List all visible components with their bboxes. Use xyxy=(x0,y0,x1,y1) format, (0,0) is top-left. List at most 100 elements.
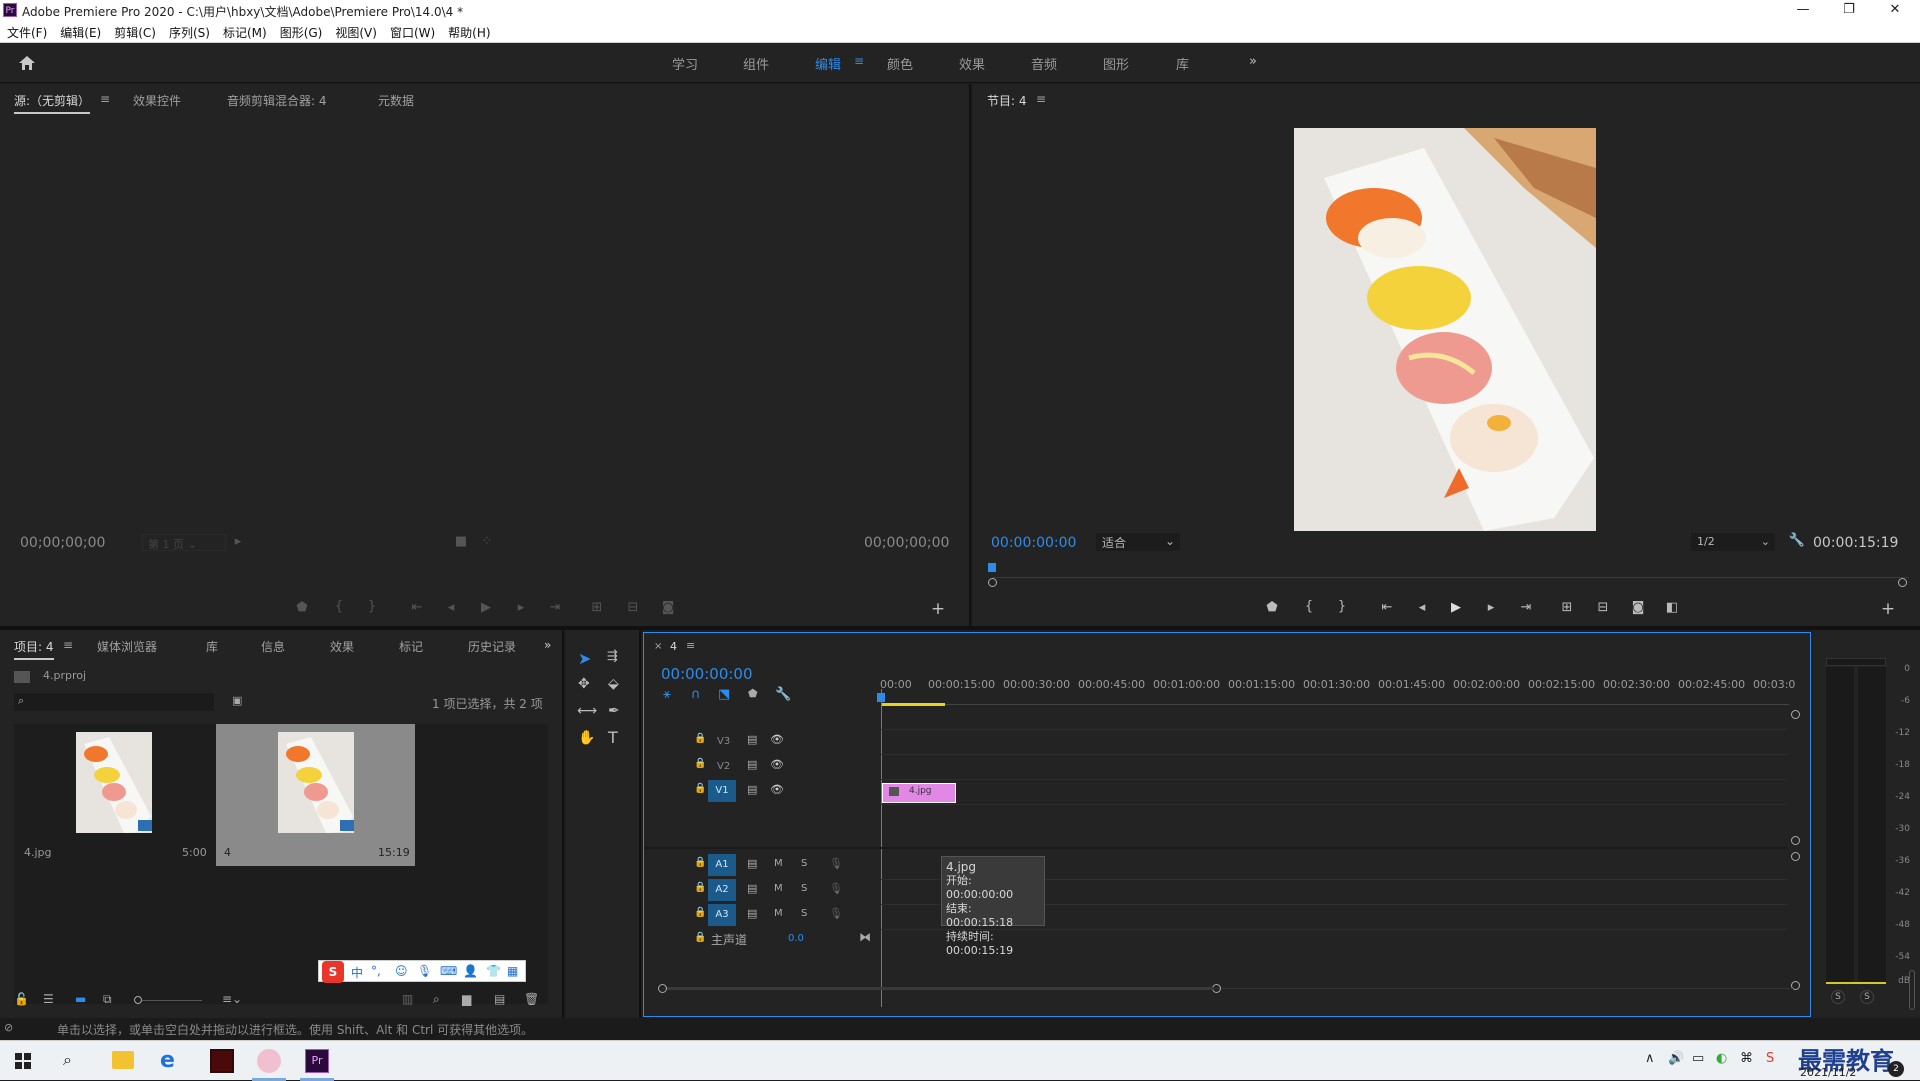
new-item-icon[interactable]: ▤ xyxy=(494,992,505,1006)
workspace-tab-assembly[interactable]: 组件 xyxy=(743,54,769,73)
solo-icon[interactable]: S xyxy=(801,858,807,869)
mic-icon[interactable]: 🎙 xyxy=(829,907,843,920)
track-lock-icon[interactable]: 🔒 xyxy=(694,758,706,769)
tab-metadata[interactable]: 元数据 xyxy=(378,92,414,109)
nest-toggle-icon[interactable]: ⚹ xyxy=(663,687,671,702)
source-dots-icon[interactable]: ⁘ xyxy=(478,534,496,549)
ime-emoji-icon[interactable]: ☺ xyxy=(395,964,408,978)
source-step-forward-icon[interactable]: ▸ xyxy=(512,600,530,615)
program-compare-icon[interactable]: ◧ xyxy=(1663,600,1681,615)
source-wrench-icon[interactable]: ▸ xyxy=(229,534,247,549)
tab-media-browser[interactable]: 媒体浏览器 xyxy=(97,638,157,655)
linked-selection-icon[interactable]: ⬔ xyxy=(718,687,730,702)
timeline-timecode[interactable]: 00:00:00:00 xyxy=(661,665,753,683)
program-timecode[interactable]: 00:00:00:00 xyxy=(991,535,1076,551)
program-zoom-left-handle[interactable] xyxy=(988,578,997,587)
tab-history[interactable]: 历史记录 xyxy=(468,638,516,655)
premiere-taskbar-icon[interactable]: Pr xyxy=(305,1049,329,1073)
video-scroll-bottom-handle[interactable] xyxy=(1791,836,1800,845)
tray-app-icon[interactable]: ◐ xyxy=(1716,1051,1727,1066)
tab-libraries[interactable]: 库 xyxy=(206,638,218,655)
menu-help[interactable]: 帮助(H) xyxy=(441,21,496,41)
acrobat-icon[interactable] xyxy=(210,1049,234,1073)
home-icon[interactable] xyxy=(18,55,36,71)
freeform-view-icon[interactable]: ⧉ xyxy=(103,992,112,1007)
track-target-v1[interactable]: V1 xyxy=(708,780,736,802)
taskbar-date[interactable]: 2021/11/2 xyxy=(1800,1066,1856,1079)
source-goto-out-icon[interactable]: ⇥ xyxy=(546,600,564,615)
project-menu-icon[interactable]: ≡ xyxy=(63,638,73,652)
ime-mode[interactable]: 中 xyxy=(351,964,363,981)
track-lock-icon[interactable]: 🔒 xyxy=(694,783,706,794)
menu-sequence[interactable]: 序列(S) xyxy=(162,21,216,41)
program-in-icon[interactable]: { xyxy=(1300,599,1318,614)
zoom-slider-handle[interactable] xyxy=(134,996,142,1004)
timeline-zoom-right-handle[interactable] xyxy=(1212,984,1221,993)
tray-ime-icon[interactable]: ⌘ xyxy=(1740,1051,1753,1066)
program-export-frame-icon[interactable]: ◙ xyxy=(1629,600,1647,615)
ime-punctuation-icon[interactable]: °, xyxy=(371,964,381,978)
audio-scroll-top-handle[interactable] xyxy=(1791,852,1800,861)
project-more-icon[interactable]: » xyxy=(544,638,551,652)
source-out-icon[interactable]: } xyxy=(363,599,381,614)
program-out-icon[interactable]: } xyxy=(1333,599,1351,614)
source-in-icon[interactable]: { xyxy=(330,599,348,614)
sync-lock-icon[interactable]: ▤ xyxy=(747,907,757,920)
program-menu-icon[interactable]: ≡ xyxy=(1036,92,1046,106)
sort-icon[interactable]: ≡⌄ xyxy=(222,992,242,1006)
ripple-edit-tool-icon[interactable]: ✥ xyxy=(578,676,590,692)
track-label-v2[interactable]: V2 xyxy=(717,761,730,772)
lock-icon[interactable]: 🔓 xyxy=(14,992,29,1006)
panel-menu-icon[interactable]: ≡ xyxy=(100,92,110,106)
eye-icon[interactable]: 👁 xyxy=(770,758,784,771)
program-resolution-select[interactable]: 1/2 ⌄ xyxy=(1691,533,1775,551)
source-overwrite-icon[interactable]: ⊟ xyxy=(624,600,642,615)
selection-tool-icon[interactable]: ➤ xyxy=(578,649,591,668)
razor-tool-icon[interactable]: ⬙ xyxy=(608,676,619,692)
track-lock-icon[interactable]: 🔒 xyxy=(694,857,706,868)
timeline-clip[interactable]: 4.jpg xyxy=(882,783,956,803)
maximize-button[interactable]: ❐ xyxy=(1826,0,1872,21)
track-target-a3[interactable]: A3 xyxy=(708,904,736,926)
close-button[interactable]: ✕ xyxy=(1872,0,1918,21)
project-item-image[interactable]: 4.jpg 5:00 xyxy=(14,724,214,866)
taskbar-search-icon[interactable]: ⌕ xyxy=(63,1050,72,1070)
track-target-a2[interactable]: A2 xyxy=(708,879,736,901)
mute-icon[interactable]: M xyxy=(774,908,783,919)
sync-lock-icon[interactable]: ▤ xyxy=(747,733,757,746)
project-search-input[interactable]: ⌕ xyxy=(14,693,214,711)
solo-icon[interactable]: S xyxy=(801,883,807,894)
menu-edit[interactable]: 编辑(E) xyxy=(53,21,107,41)
mic-icon[interactable]: 🎙 xyxy=(829,882,843,895)
workspace-tab-graphics[interactable]: 图形 xyxy=(1103,54,1129,73)
menu-clip[interactable]: 剪辑(C) xyxy=(107,21,162,41)
track-select-tool-icon[interactable]: ⇶ xyxy=(607,649,618,664)
workspace-more-icon[interactable]: » xyxy=(1249,54,1257,69)
program-wrench-icon[interactable]: 🔧 xyxy=(1788,533,1806,548)
source-square-icon[interactable]: ■ xyxy=(452,534,470,549)
menu-view[interactable]: 视图(V) xyxy=(328,21,383,41)
slip-tool-icon[interactable]: ⟷ xyxy=(577,703,597,719)
add-marker-icon[interactable]: ⬟ xyxy=(748,687,758,700)
tab-audio-clip-mixer[interactable]: 音频剪辑混合器: 4 xyxy=(227,92,327,109)
program-playhead[interactable] xyxy=(988,563,996,572)
mute-icon[interactable]: M xyxy=(774,858,783,869)
program-scrubber[interactable] xyxy=(993,564,1909,578)
program-extract-icon[interactable]: ⊟ xyxy=(1594,600,1612,615)
workspace-tab-editing[interactable]: 编辑 xyxy=(815,54,841,73)
volume-icon[interactable]: 🔊 xyxy=(1668,1051,1684,1066)
sequence-tab[interactable]: 4 xyxy=(670,640,677,653)
mic-icon[interactable]: 🎙 xyxy=(829,857,843,870)
solo-icon[interactable]: S xyxy=(801,908,807,919)
timeline-settings-icon[interactable]: 🔧 xyxy=(775,687,791,702)
work-area-bar[interactable] xyxy=(881,703,945,706)
paint-app-icon[interactable] xyxy=(257,1049,281,1073)
tab-project[interactable]: 项目: 4 xyxy=(14,638,54,660)
track-label-v3[interactable]: V3 xyxy=(717,736,730,747)
ime-user-icon[interactable]: 👤 xyxy=(463,964,478,978)
menu-graphics[interactable]: 图形(G) xyxy=(273,21,329,41)
workspace-menu-icon[interactable]: ≡ xyxy=(854,54,864,68)
automate-icon[interactable]: ▥ xyxy=(402,992,413,1006)
new-bin-from-search-icon[interactable]: ▣ xyxy=(232,694,242,707)
menu-window[interactable]: 窗口(W) xyxy=(383,21,441,41)
